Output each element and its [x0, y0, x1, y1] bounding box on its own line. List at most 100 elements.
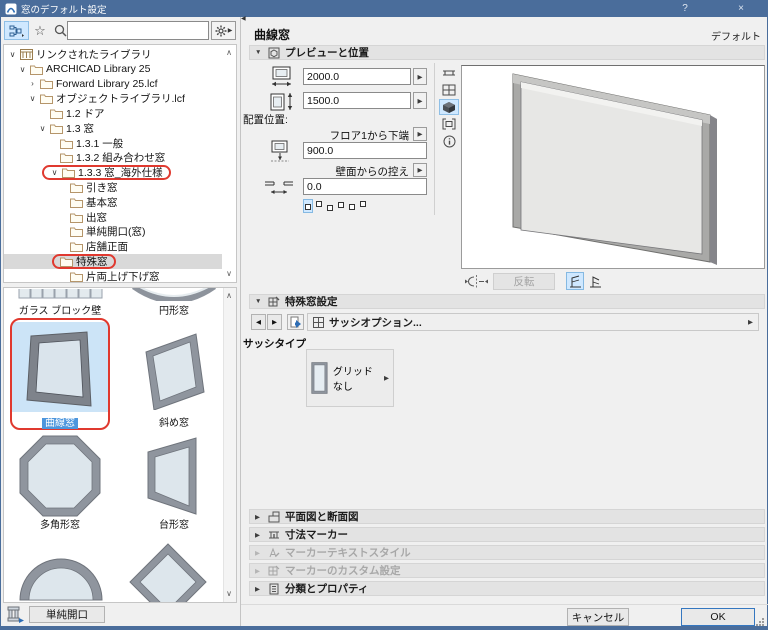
tree-item-sliding-window[interactable]: 引き窓: [4, 180, 236, 195]
browse-hierarchy-icon: [9, 25, 24, 37]
ok-button[interactable]: OK: [681, 608, 755, 626]
grid-scroll-down-icon[interactable]: ∨: [223, 588, 235, 600]
height-input[interactable]: [303, 92, 411, 109]
tree-item-doors[interactable]: 1.2 ドア: [4, 106, 236, 121]
object-subtype-icon[interactable]: [6, 605, 26, 624]
tree-item-combined-windows[interactable]: 1.3.2 組み合わせ窓: [4, 151, 236, 166]
thumb-trapezoid-window[interactable]: [144, 434, 200, 518]
anchor-option-4[interactable]: [336, 199, 346, 213]
anchor-option-2[interactable]: [314, 199, 324, 213]
reveal-input[interactable]: [303, 178, 427, 195]
thumb-diamond-window[interactable]: [128, 542, 208, 603]
tree-item-special-windows[interactable]: 特殊窓: [4, 254, 222, 270]
folder-icon: [40, 79, 53, 90]
tree-item-object-library[interactable]: ∨ オブジェクトライブラリ.lcf: [4, 91, 236, 106]
anchor-option-5[interactable]: [347, 199, 357, 213]
sill-height-input[interactable]: [303, 142, 427, 159]
search-input[interactable]: [67, 21, 209, 40]
thumb-polygon-window[interactable]: [18, 434, 102, 518]
thumb-halfround-window[interactable]: [18, 550, 104, 603]
width-flyout-button[interactable]: ▶: [413, 68, 427, 85]
panel-collapse-icon[interactable]: ◀: [241, 15, 246, 22]
section-title: マーカーテキストスタイル: [285, 547, 411, 559]
tree-item-double-hung[interactable]: 片両上げ下げ窓: [4, 269, 236, 282]
tree-item-windows[interactable]: ∨ 1.3 窓: [4, 121, 236, 136]
tree-item-simple-opening[interactable]: 単純開口(窓): [4, 225, 236, 240]
opening-orientation-left-button[interactable]: [566, 272, 584, 290]
expand-arrow-icon[interactable]: ∨: [18, 65, 27, 74]
transfer-settings-button[interactable]: [287, 314, 304, 330]
folder-icon: [40, 94, 53, 105]
title-bar[interactable]: 窓のデフォルト設定 ? ×: [1, 1, 767, 17]
folder-icon: [70, 198, 83, 208]
section-open-icon: ▼: [255, 49, 262, 56]
section-plan-and-section[interactable]: ▶ 平面図と断面図: [249, 509, 765, 524]
grid-scrollbar[interactable]: [223, 288, 236, 602]
favorites-star-icon[interactable]: ☆: [31, 21, 49, 40]
tree-item-overseas-windows[interactable]: ∨ 1.3.3 窓_海外仕様: [4, 165, 236, 181]
width-input[interactable]: [303, 68, 411, 85]
sash-type-thumb: [311, 362, 328, 394]
tree-item-general[interactable]: 1.3.1 一般: [4, 136, 236, 151]
tree-item-linked-libraries[interactable]: ∨ リンクされたライブラリ: [4, 47, 236, 62]
tree-item-bay-window[interactable]: 出窓: [4, 210, 236, 225]
section-special-window-settings[interactable]: ▼ 特殊窓設定: [249, 294, 765, 309]
help-button[interactable]: ?: [671, 1, 699, 17]
close-button[interactable]: ×: [727, 1, 755, 17]
strip-divider: [434, 63, 435, 215]
thumb-curved-window[interactable]: [25, 330, 95, 410]
resize-grip[interactable]: [756, 618, 764, 626]
reveal-flyout-button[interactable]: ▶: [413, 163, 427, 177]
section-classification-properties[interactable]: ▶ 分類とプロパティ: [249, 581, 765, 596]
tree-item-archicad-library[interactable]: ∨ ARCHICAD Library 25: [4, 62, 236, 77]
thumb-slanted-window[interactable]: [138, 330, 208, 410]
expand-arrow-icon[interactable]: ∨: [28, 94, 37, 103]
expand-arrow-icon[interactable]: ∨: [38, 124, 47, 133]
sash-options-button[interactable]: サッシオプション... ▶: [307, 313, 759, 331]
tree-item-storefront[interactable]: 店舗正面: [4, 239, 236, 254]
cancel-button[interactable]: キャンセル: [567, 608, 629, 626]
view-3d-icon[interactable]: [439, 99, 459, 115]
grid-scroll-up-icon[interactable]: ∧: [223, 290, 235, 302]
prev-page-button[interactable]: ◀: [251, 314, 266, 330]
section-marker-text-style: ▶ マーカーテキストスタイル: [249, 545, 765, 560]
tree-scroll-up-icon[interactable]: ∧: [223, 47, 235, 59]
view-section-icon[interactable]: [439, 116, 459, 132]
expand-arrow-icon[interactable]: ∨: [50, 168, 59, 177]
view-plan-icon[interactable]: [439, 65, 459, 81]
settings-gear-button[interactable]: ▶: [211, 21, 236, 40]
anchor-option-3[interactable]: [325, 199, 335, 213]
folder-icon: [60, 139, 73, 149]
folder-icon: [50, 109, 63, 120]
anchor-option-6[interactable]: [358, 199, 368, 213]
next-page-button[interactable]: ▶: [267, 314, 282, 330]
tree-scroll-down-icon[interactable]: ∨: [223, 268, 235, 280]
height-flyout-button[interactable]: ▶: [413, 92, 427, 109]
sash-type-selector[interactable]: グリッドなし ▶: [306, 349, 394, 407]
section-dimension-marker[interactable]: ▶ 寸法マーカー: [249, 527, 765, 542]
section-marker-custom-settings: ▶ マーカーのカスタム設定: [249, 563, 765, 578]
thumb-label: 多角形窓: [40, 520, 80, 531]
thumb-circular-window[interactable]: [132, 288, 216, 301]
sash-type-label: サッシタイプ: [243, 338, 306, 350]
transfer-icon: [290, 316, 301, 328]
object-3d-preview[interactable]: [461, 65, 765, 269]
flip-button[interactable]: 反転: [493, 273, 555, 290]
simple-opening-button[interactable]: 単純開口: [29, 606, 105, 623]
tree-item-forward-library[interactable]: › Forward Library 25.lcf: [4, 77, 236, 92]
anchor-reference-flyout-button[interactable]: ▶: [413, 127, 427, 141]
section-preview-position[interactable]: ▼ プレビューと位置: [249, 45, 765, 60]
view-elevation-icon[interactable]: [439, 82, 459, 98]
expand-arrow-icon[interactable]: ∨: [8, 50, 17, 59]
thumb-label: 円形窓: [159, 306, 189, 317]
library-icon: [20, 48, 33, 60]
browse-library-button[interactable]: [4, 21, 29, 40]
opening-orientation-right-button[interactable]: [586, 272, 604, 290]
gear-icon: [215, 25, 227, 36]
info-icon[interactable]: [439, 133, 459, 149]
collapse-arrow-icon[interactable]: ›: [28, 79, 37, 88]
thumb-glass-block-wall[interactable]: [18, 289, 104, 301]
thumb-label: 斜め窓: [159, 418, 189, 429]
anchor-option-1[interactable]: [303, 199, 313, 213]
tree-item-basic-window[interactable]: 基本窓: [4, 195, 236, 210]
